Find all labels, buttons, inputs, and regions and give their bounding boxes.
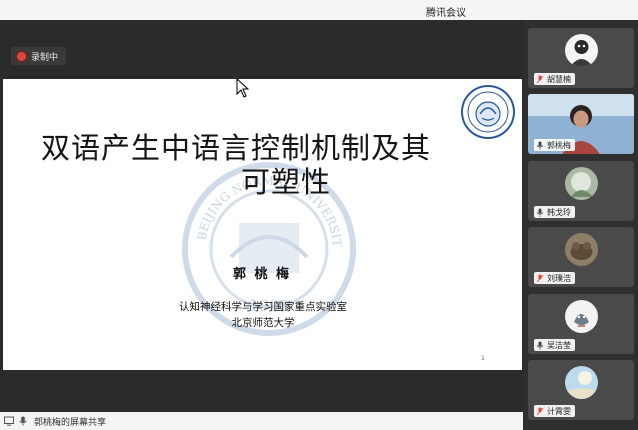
participant-tile[interactable]: 韩戈玲 <box>528 161 634 221</box>
affiliation-line2: 北京师范大学 <box>231 317 295 329</box>
slide-affiliation: 认知神经科学与学习国家重点实验室 北京师范大学 <box>163 299 363 331</box>
participant-tile[interactable]: 计霄雯 <box>528 360 634 420</box>
microphone-icon <box>536 141 544 150</box>
participants-panel: 胡慧楠 郭桃梅 韩戈玲 刘璞浩 吴洁莹 计霄雯 <box>523 20 638 430</box>
participant-tile[interactable]: 刘璞浩 <box>528 227 634 287</box>
participant-avatar-animal-icon <box>565 233 598 266</box>
participant-avatar-nature-icon <box>565 167 598 200</box>
participant-name-label: 胡慧楠 <box>534 73 575 85</box>
slide-title: 双语产生中语言控制机制及其 可塑性 <box>41 131 501 199</box>
mouse-cursor-icon <box>236 78 250 98</box>
slide-title-line2: 可塑性 <box>241 165 332 199</box>
title-bar: 腾讯会议 <box>0 0 638 20</box>
microphone-icon <box>19 416 27 426</box>
participant-name-label: 刘璞浩 <box>534 272 575 284</box>
slide-page-number: 1 <box>481 355 485 362</box>
recording-indicator[interactable]: 录制中 <box>11 47 67 65</box>
slide-author: 郭 桃 梅 <box>233 267 292 282</box>
mic-muted-icon <box>536 75 544 83</box>
mic-muted-icon <box>536 407 544 415</box>
participant-tile[interactable]: 郭桃梅 <box>528 94 634 154</box>
mic-muted-icon <box>536 274 544 282</box>
meeting-window: 腾讯会议 录制中 1902 BEIJING NORMAL UNIVERSITY … <box>0 0 638 430</box>
participant-tile[interactable]: 胡慧楠 <box>528 28 634 88</box>
screen-share-icon <box>4 416 14 426</box>
participant-avatar-person-icon <box>565 34 598 67</box>
record-icon <box>17 51 26 61</box>
share-label: 郭桃梅的屏幕共享 <box>34 417 107 428</box>
microphone-icon <box>536 341 544 350</box>
participant-name-label: 韩戈玲 <box>534 206 575 218</box>
participant-name-label: 计霄雯 <box>534 405 575 417</box>
participant-avatar-cartoon-icon <box>565 300 598 333</box>
participant-avatar-sky-icon <box>565 366 598 399</box>
recording-label: 录制中 <box>31 52 59 63</box>
window-title: 腾讯会议 <box>426 8 466 19</box>
microphone-icon <box>536 208 544 217</box>
participant-tile[interactable]: 吴洁莹 <box>528 294 634 354</box>
screen-share-bar: 郭桃梅的屏幕共享 <box>0 412 523 430</box>
participant-name-label: 吴洁莹 <box>534 339 575 351</box>
slide-title-line1: 双语产生中语言控制机制及其 <box>41 131 432 165</box>
participant-name-label: 郭桃梅 <box>534 139 575 151</box>
shared-slide: 1902 BEIJING NORMAL UNIVERSITY 双语产生中语言控制… <box>3 79 522 370</box>
affiliation-line1: 认知神经科学与学习国家重点实验室 <box>179 301 347 313</box>
